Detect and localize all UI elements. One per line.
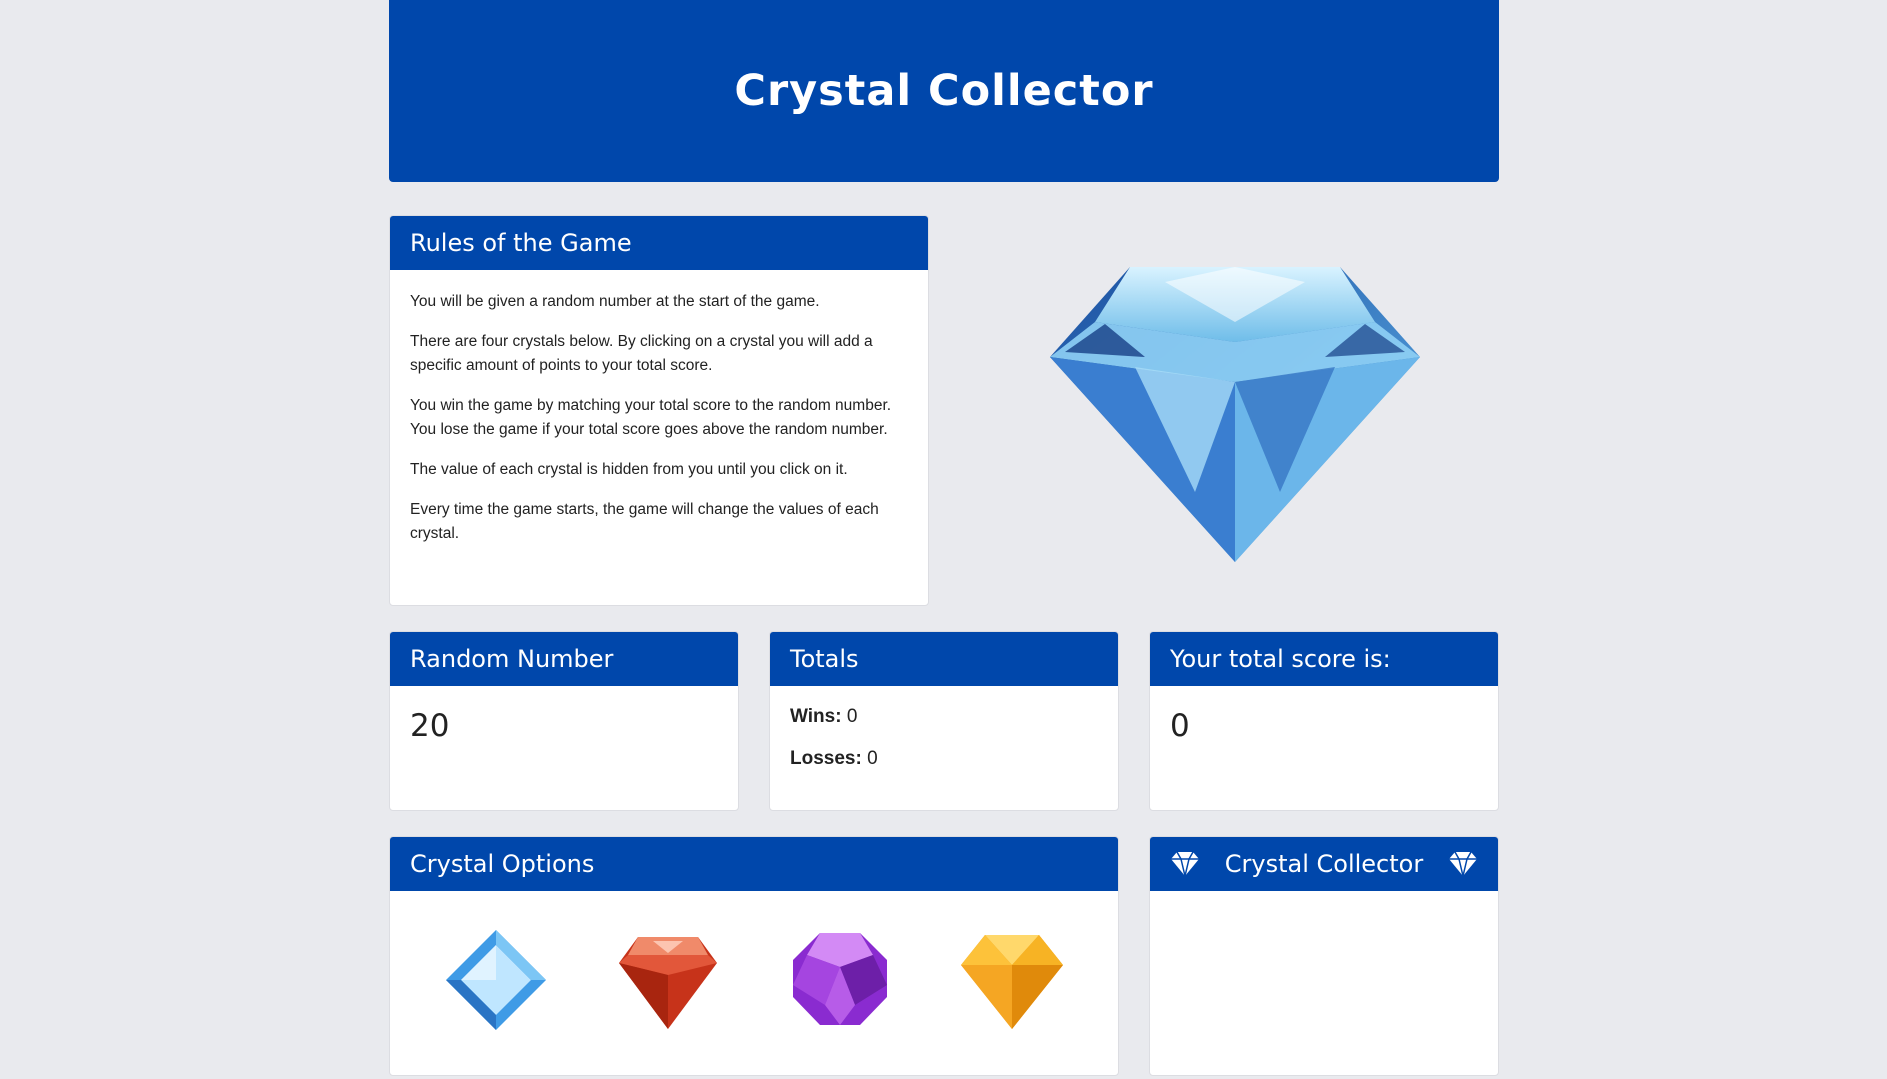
losses-value: 0 (867, 748, 878, 769)
wins-row: Wins: 0 (790, 706, 1098, 728)
crystal-collector-title: Crystal Collector (1224, 850, 1424, 878)
yellow-crystal-icon[interactable] (957, 925, 1067, 1035)
crystal-options-card: Crystal Options (389, 836, 1119, 1076)
red-crystal-icon[interactable] (613, 925, 723, 1035)
losses-row: Losses: 0 (790, 748, 1098, 770)
random-number-header: Random Number (390, 632, 738, 686)
score-header: Your total score is: (1150, 632, 1498, 686)
crystal-collector-card: Crystal Collector (1149, 836, 1499, 1076)
rule-paragraph: There are four crystals below. By clicki… (410, 333, 873, 374)
diamond-icon (1448, 851, 1477, 877)
score-card: Your total score is: 0 (1149, 631, 1499, 811)
random-number-card: Random Number 20 (389, 631, 739, 811)
score-value: 0 (1170, 708, 1190, 744)
crystal-options-header: Crystal Options (390, 837, 1118, 891)
header-banner: Crystal Collector (389, 0, 1499, 182)
rule-paragraph: Every time the game starts, the game wil… (410, 501, 879, 542)
totals-body: Wins: 0 Losses: 0 (770, 686, 1118, 810)
large-diamond-image (1050, 267, 1420, 562)
rules-card-body: You will be given a random number at the… (390, 270, 928, 546)
rules-card-header: Rules of the Game (390, 216, 928, 270)
losses-label: Losses: (790, 748, 862, 769)
totals-card: Totals Wins: 0 Losses: 0 (769, 631, 1119, 811)
page-title: Crystal Collector (734, 66, 1154, 116)
random-number-value: 20 (410, 708, 450, 744)
diamond-icon (1171, 851, 1199, 877)
wins-label: Wins: (790, 706, 842, 727)
wins-value: 0 (846, 706, 858, 727)
crystal-options-row (390, 891, 1118, 1069)
rule-paragraph: You will be given a random number at the… (410, 293, 820, 310)
rule-paragraph: The value of each crystal is hidden from… (410, 461, 848, 478)
rule-paragraph: You win the game by matching your total … (410, 397, 892, 438)
totals-header: Totals (770, 632, 1118, 686)
blue-crystal-icon[interactable] (441, 925, 551, 1035)
purple-crystal-icon[interactable] (785, 925, 895, 1035)
rules-card: Rules of the Game You will be given a ra… (389, 215, 929, 606)
crystal-collector-header: Crystal Collector (1150, 837, 1498, 891)
